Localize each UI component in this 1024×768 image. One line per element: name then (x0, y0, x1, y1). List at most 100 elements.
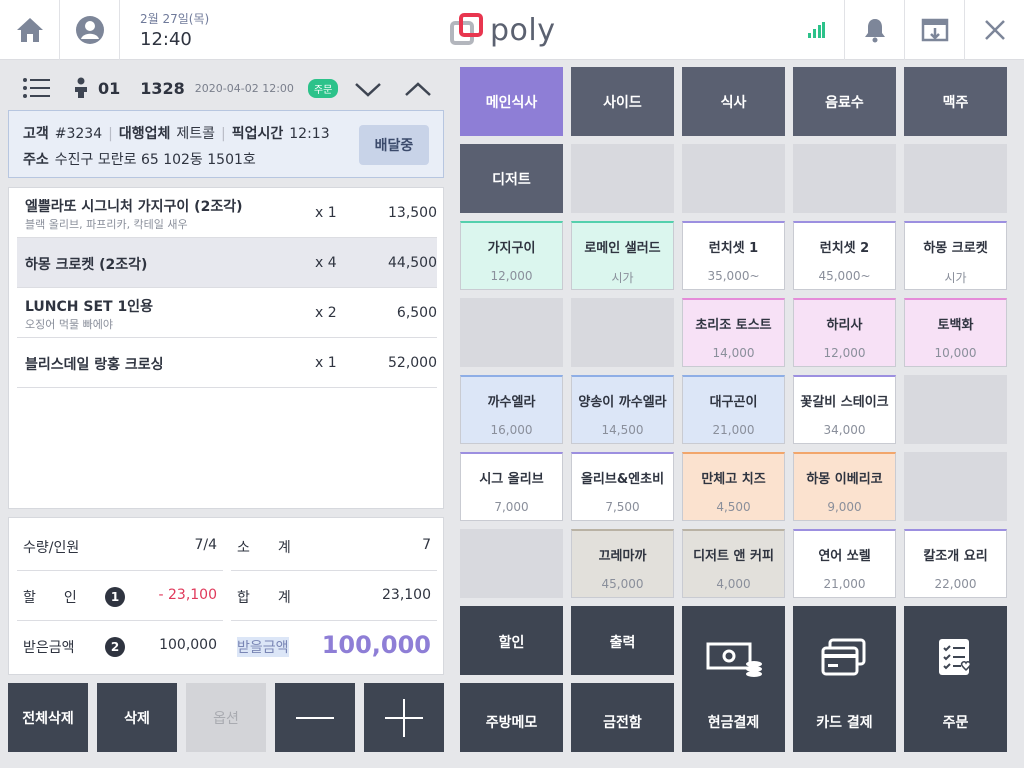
menu-item[interactable]: 런치셋 1 35,000~ (682, 221, 785, 290)
menu-item-price: 21,000 (712, 423, 755, 437)
menu-item[interactable]: 대구곤이 21,000 (682, 375, 785, 444)
category-meal[interactable]: 식사 (682, 67, 785, 136)
notification-button[interactable] (844, 0, 904, 60)
option-button[interactable]: 옵션 (186, 683, 266, 752)
order-item-selected[interactable]: 하몽 크로켓 (2조각) x 4 44,500 (17, 238, 437, 288)
menu-item-name: 만체고 치즈 (701, 472, 766, 487)
menu-item[interactable]: 칼조개 요리 22,000 (904, 529, 1007, 598)
plus-button[interactable] (364, 683, 444, 752)
date-time: 2월 27일(목) 12:40 (140, 10, 209, 50)
menu-item-name: 초리조 토스트 (695, 318, 772, 333)
agency-name: 제트콜 (176, 126, 216, 142)
chevron-up-icon[interactable] (403, 78, 433, 100)
item-option: 오징어 먹물 빠에야 (25, 318, 113, 331)
current-time: 12:40 (140, 29, 192, 50)
home-button[interactable] (0, 0, 60, 60)
menu-item-name: 런치셋 1 (708, 241, 759, 256)
menu-panel: 메인식사 사이드 식사 음료수 맥주 디저트 가지구이 12,000 로메인 샐… (452, 60, 1024, 768)
address-label: 주소 (23, 152, 49, 168)
item-name: 하몽 크로켓 (2조각) (25, 257, 148, 273)
discount-button[interactable]: 할인 (460, 606, 563, 675)
empty-slot (904, 144, 1007, 213)
agency-label: 대행업체 (118, 126, 171, 142)
menu-item[interactable]: 토백화 10,000 (904, 298, 1007, 367)
total-label: 합 계 (237, 590, 291, 606)
total-row: 합 계 23,100 (231, 571, 437, 621)
menu-item[interactable]: 연어 쏘렐 21,000 (793, 529, 896, 598)
cash-pay-button[interactable]: 현금결제 (682, 606, 785, 752)
menu-item[interactable]: 양송이 까수엘라 14,500 (571, 375, 674, 444)
chevron-down-icon[interactable] (353, 78, 383, 100)
menu-item[interactable]: 시그 올리브 7,000 (460, 452, 563, 521)
menu-item[interactable]: 까수엘라 16,000 (460, 375, 563, 444)
menu-item[interactable]: 디저트 앤 커피 4,000 (682, 529, 785, 598)
menu-item-price: 7,500 (605, 500, 640, 514)
menu-item[interactable]: 올리브&엔초비 7,500 (571, 452, 674, 521)
item-qty: x 2 (315, 305, 337, 321)
category-drink[interactable]: 음료수 (793, 67, 896, 136)
cash-icon (706, 642, 762, 677)
empty-slot (571, 144, 674, 213)
cash-drawer-button[interactable]: 금전함 (571, 683, 674, 752)
order-button[interactable]: 주문 (904, 606, 1007, 752)
delete-button[interactable]: 삭제 (97, 683, 177, 752)
order-item[interactable]: 엘쁠라또 시그니처 가지구이 (2조각) 블랙 올리브, 파프리카, 칵테일 새… (17, 188, 437, 238)
item-price: 6,500 (396, 305, 437, 321)
menu-item[interactable]: 런치셋 2 45,000~ (793, 221, 896, 290)
menu-item[interactable]: 하몽 크로켓 시가 (904, 221, 1007, 290)
logo-text: poly (490, 12, 556, 48)
menu-item[interactable]: 하리사 12,000 (793, 298, 896, 367)
item-price: 44,500 (388, 255, 437, 271)
menu-item[interactable]: 꽃갈비 스테이크 34,000 (793, 375, 896, 444)
menu-item[interactable]: 가지구이 12,000 (460, 221, 563, 290)
received-label: 받은금액 (23, 640, 75, 656)
current-date: 2월 27일(목) (140, 12, 210, 26)
close-button[interactable] (964, 0, 1024, 60)
window-button[interactable] (904, 0, 964, 60)
menu-item-name: 양송이 까수엘라 (578, 395, 667, 410)
cash-pay-label: 현금결제 (707, 715, 760, 731)
order-item[interactable]: LUNCH SET 1인용 오징어 먹물 빠에야 x 2 6,500 (17, 288, 437, 338)
minus-icon (296, 716, 334, 719)
minus-button[interactable] (275, 683, 355, 752)
poly-logo: poly (450, 12, 556, 48)
menu-item-name: 하몽 이베리코 (806, 472, 883, 487)
close-icon (984, 20, 1005, 40)
menu-item-name: 하몽 크로켓 (923, 241, 988, 256)
menu-item-price: 22,000 (934, 577, 977, 591)
print-button[interactable]: 출력 (571, 606, 674, 675)
user-icon (75, 16, 104, 44)
received-value: 100,000 (159, 637, 217, 653)
menu-item[interactable]: 초리조 토스트 14,000 (682, 298, 785, 367)
menu-list-icon[interactable] (22, 77, 52, 99)
discount-label: 할 인 (23, 590, 77, 606)
order-item[interactable]: 블리스데일 랑홍 크로싱 x 1 52,000 (17, 338, 437, 388)
menu-item[interactable]: 만체고 치즈 4,500 (682, 452, 785, 521)
user-button[interactable] (60, 0, 120, 60)
menu-item-price: 7,000 (494, 500, 529, 514)
card-pay-button[interactable]: 카드 결제 (793, 606, 896, 752)
category-side[interactable]: 사이드 (571, 67, 674, 136)
menu-item[interactable]: 하몽 이베리코 9,000 (793, 452, 896, 521)
qty-value: 7/4 (194, 537, 217, 553)
card-icon (821, 638, 866, 676)
received-row: 받은금액 2 100,000 (17, 621, 223, 671)
kitchen-memo-label: 주방메모 (485, 715, 538, 731)
category-main[interactable]: 메인식사 (460, 67, 563, 136)
kitchen-memo-button[interactable]: 주방메모 (460, 683, 563, 752)
delivery-status-button[interactable]: 배달중 (359, 125, 429, 165)
menu-item[interactable]: 끄레마까 45,000 (571, 529, 674, 598)
pickup-label: 픽업시간 (231, 126, 284, 142)
payment-summary: 수량/인원 7/4 소 계 7 할 인 1 - 23,100 합 계 23,10… (8, 517, 444, 675)
clear-all-button[interactable]: 전체삭제 (8, 683, 88, 752)
menu-item-price: 12,000 (823, 346, 866, 360)
poly-logo-icon (450, 13, 483, 45)
category-beer[interactable]: 맥주 (904, 67, 1007, 136)
item-qty: x 1 (315, 205, 337, 221)
order-item-list: 엘쁠라또 시그니처 가지구이 (2조각) 블랙 올리브, 파프리카, 칵테일 새… (8, 187, 444, 509)
menu-item-name: 칼조개 요리 (923, 549, 988, 564)
order-info-bar: 01 1328 2020-04-02 12:00 주문 (8, 68, 444, 108)
empty-slot (460, 529, 563, 598)
menu-item[interactable]: 로메인 샐러드 시가 (571, 221, 674, 290)
category-dessert[interactable]: 디저트 (460, 144, 563, 213)
